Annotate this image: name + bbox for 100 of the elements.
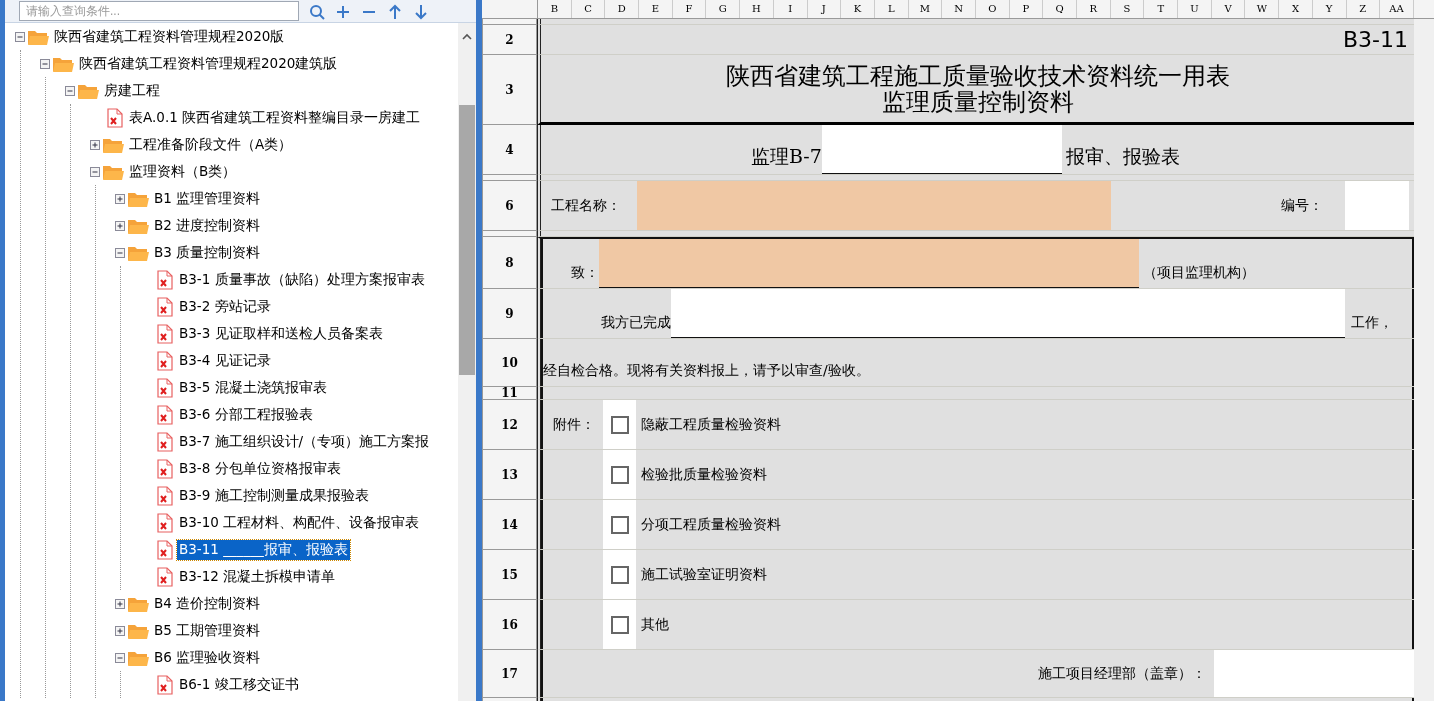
scrollbar-thumb[interactable] [459,105,475,375]
tree-item[interactable]: B3-10 工程材料、构配件、设备报审表 [177,512,422,533]
collapse-icon[interactable] [15,31,25,42]
column-header[interactable]: B [538,0,572,18]
column-header[interactable]: Q [1043,0,1077,18]
column-header[interactable]: K [841,0,875,18]
tree-item[interactable]: B3-2 旁站记录 [177,296,273,317]
tree-item[interactable]: B3-1 质量事故（缺陷）处理方案报审表 [177,269,427,290]
document-icon [156,377,174,398]
project-name-field[interactable] [637,181,1111,230]
form-code: B3-11 [1342,27,1408,52]
tree-item[interactable]: B5 工期管理资料 [152,620,263,641]
column-header[interactable]: L [874,0,909,18]
tree-item[interactable]: B3-11 ______报审、报验表 [177,539,350,560]
tree-item[interactable]: B4 造价控制资料 [152,593,263,614]
collapse-icon[interactable] [115,652,125,663]
tree-item[interactable]: B3 质量控制资料 [152,242,263,263]
search-icon[interactable] [309,4,325,20]
collapse-icon[interactable] [115,247,125,258]
expand-icon[interactable] [115,598,125,609]
tree-item[interactable]: B3-4 见证记录 [177,350,273,371]
work-field[interactable] [671,289,1345,338]
field-label: 工程名称： [551,196,622,215]
field-label: 编号： [1281,196,1324,215]
column-header[interactable]: J [807,0,842,18]
tree-item[interactable]: B3-9 施工控制测量成果报验表 [177,485,371,506]
column-header[interactable]: H [740,0,774,18]
document-icon [156,458,174,479]
tree-item[interactable]: B1 监理管理资料 [152,188,263,209]
column-header[interactable]: AA [1380,0,1414,18]
checkbox[interactable] [610,615,629,634]
column-header[interactable]: I [773,0,808,18]
expand-icon[interactable] [90,139,100,150]
column-header[interactable]: D [605,0,640,18]
search-field[interactable]: 请输入查询条件... [19,1,299,21]
column-header[interactable]: X [1279,0,1313,18]
tree-item[interactable]: 陕西省建筑工程资料管理规程2020建筑版 [77,53,340,74]
tree-item[interactable]: B3-8 分包单位资格报审表 [177,458,343,479]
column-header[interactable]: Y [1312,0,1347,18]
row-number: 3 [482,55,537,125]
recipient-field[interactable] [599,239,1139,288]
collapse-icon[interactable] [90,166,100,177]
document-icon [156,350,174,371]
tree-item[interactable]: B6-1 竣工移交证书 [177,674,301,695]
number-field[interactable] [1345,181,1409,230]
collapse-icon[interactable] [65,85,75,96]
column-header[interactable]: F [672,0,707,18]
row-number: 15 [482,550,537,600]
tree-item[interactable]: B3-6 分部工程报验表 [177,404,315,425]
checkbox[interactable] [610,465,629,484]
column-header[interactable]: V [1211,0,1246,18]
tree-item[interactable]: B3-7 施工组织设计/（专项）施工方案报 [177,431,432,452]
tree-item[interactable]: B3-5 混凝土浇筑报审表 [177,377,329,398]
row-number: 17 [482,650,537,698]
arrow-up-icon[interactable] [387,4,403,20]
tree-item[interactable]: B2 进度控制资料 [152,215,263,236]
document-icon [156,296,174,317]
checkbox-label: 分项工程质量检验资料 [641,515,781,534]
checkbox-label: 施工试验室证明资料 [641,565,767,584]
column-header[interactable]: W [1245,0,1280,18]
row-number: 16 [482,600,537,650]
tree-item[interactable]: B3-3 见证取样和送检人员备案表 [177,323,385,344]
expand-icon[interactable] [115,193,125,204]
form-title: 陕西省建筑工程施工质量验收技术资料统一用表 [724,62,1231,89]
column-header[interactable]: G [706,0,741,18]
column-header[interactable]: M [908,0,943,18]
column-header[interactable]: C [571,0,606,18]
form-name-field[interactable] [821,125,1062,174]
statement-text: 经自检合格。现将有关资料报上，请予以审查/验收。 [543,362,870,380]
row-number: 10 [482,339,537,387]
tree-item[interactable]: 房建工程 [102,80,162,101]
row-number: 13 [482,450,537,500]
tree-item[interactable]: 表A.0.1 陕西省建筑工程资料整编目录一房建工 [127,107,423,128]
column-header[interactable]: O [975,0,1010,18]
checkbox[interactable] [610,415,629,434]
arrow-down-icon[interactable] [413,4,429,20]
expand-icon[interactable] [115,220,125,231]
column-header[interactable]: R [1077,0,1111,18]
column-header[interactable]: U [1178,0,1212,18]
document-icon [156,269,174,290]
collapse-icon[interactable] [40,58,50,69]
seal-field[interactable] [1214,650,1414,697]
tree-item[interactable]: B3-12 混凝土拆模申请单 [177,566,338,587]
tree-item[interactable]: 监理资料（B类） [127,161,239,182]
checkbox[interactable] [610,565,629,584]
column-header[interactable]: T [1144,0,1179,18]
tree-item[interactable]: 陕西省建筑工程资料管理规程2020版 [52,26,287,47]
tree-item[interactable]: 工程准备阶段文件（A类） [127,134,295,155]
column-header[interactable]: S [1110,0,1145,18]
chevron-up-icon[interactable] [462,33,472,41]
expand-icon[interactable] [115,625,125,636]
column-header[interactable]: N [942,0,976,18]
checkbox-label: 检验批质量检验资料 [641,465,767,484]
column-header[interactable]: Z [1346,0,1381,18]
scrollbar[interactable] [458,23,476,701]
column-header[interactable]: P [1009,0,1044,18]
column-header[interactable]: E [639,0,673,18]
plus-icon[interactable] [335,4,351,20]
checkbox[interactable] [610,515,629,534]
tree-item[interactable]: B6 监理验收资料 [152,647,263,668]
